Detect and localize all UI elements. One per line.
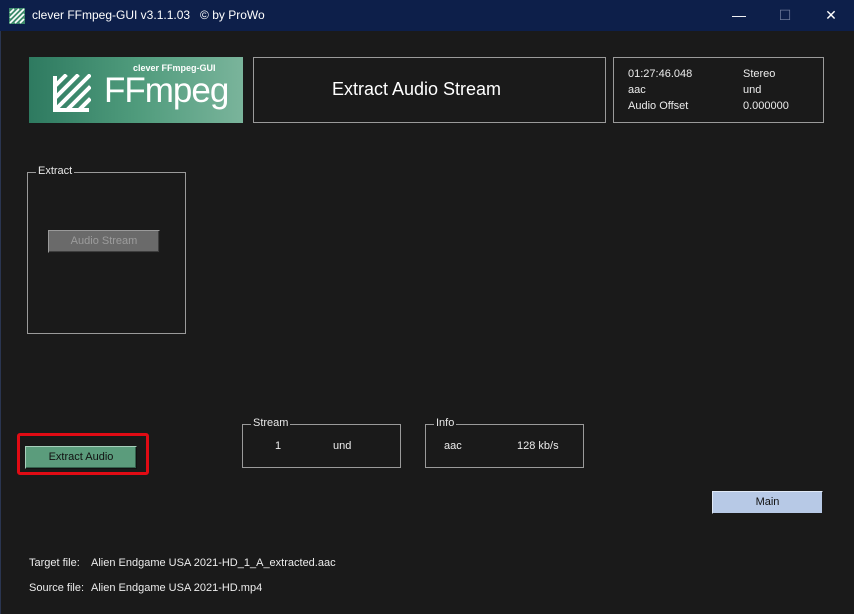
source-file-label: Source file: — [29, 582, 85, 594]
maximize-button[interactable]: ☐ — [762, 0, 808, 31]
channels-value: Stereo — [743, 68, 776, 80]
language-value: und — [743, 84, 762, 96]
close-button[interactable]: ✕ — [808, 0, 854, 31]
duration-value: 01:27:46.048 — [628, 68, 693, 80]
main-button[interactable]: Main — [712, 491, 823, 514]
page-title: Extract Audio Stream — [331, 79, 502, 99]
audio-offset-label: Audio Offset — [628, 100, 689, 112]
audio-offset-value: 0.000000 — [743, 100, 789, 112]
codec-value: aac — [628, 84, 646, 96]
ffmpeg-logo: clever FFmpeg-GUI FFmpeg — [29, 57, 243, 123]
minimize-button[interactable]: — — [716, 0, 762, 31]
extract-audio-button[interactable]: Extract Audio — [25, 446, 137, 469]
stream-language: und — [333, 440, 352, 452]
extract-group-legend: Extract — [36, 165, 75, 177]
info-codec: aac — [444, 440, 462, 452]
info-bitrate: 128 kb/s — [517, 440, 559, 452]
title-bar[interactable]: clever FFmpeg-GUI v3.1.1.03 © by ProWo —… — [0, 0, 854, 31]
stream-index: 1 — [275, 440, 282, 452]
window-title: clever FFmpeg-GUI v3.1.1.03 © by ProWo — [32, 8, 265, 22]
header-panel: Extract Audio Stream — [253, 57, 606, 123]
media-info-panel: 01:27:46.048 Stereo aac und Audio Offset… — [613, 57, 824, 123]
target-file-value: Alien Endgame USA 2021-HD_1_A_extracted.… — [91, 557, 336, 569]
extract-group: Extract — [27, 165, 186, 334]
info-group-legend: Info — [434, 417, 457, 429]
audio-stream-button[interactable]: Audio Stream — [48, 230, 160, 253]
target-file-label: Target file: — [29, 557, 80, 569]
source-file-value: Alien Endgame USA 2021-HD.mp4 — [91, 582, 263, 594]
stream-group-legend: Stream — [251, 417, 291, 429]
stream-group: Stream — [242, 417, 401, 468]
logo-wordmark: FFmpeg — [104, 71, 229, 110]
ffmpeg-logo-icon — [53, 74, 91, 112]
app-icon — [9, 8, 25, 24]
